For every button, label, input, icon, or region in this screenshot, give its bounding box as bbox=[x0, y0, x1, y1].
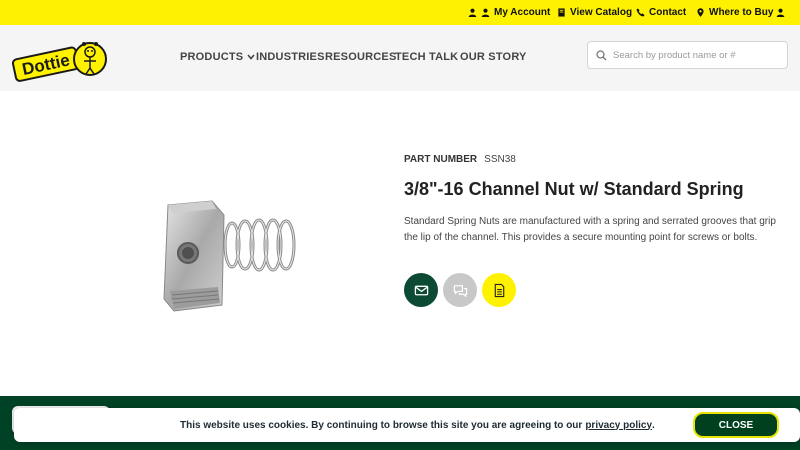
cookie-text: This website uses cookies. By continuing… bbox=[180, 419, 583, 431]
product-image bbox=[163, 200, 296, 312]
my-account-label: My Account bbox=[494, 7, 551, 18]
nav-resources-label: RESOURCES bbox=[325, 51, 397, 63]
cookie-banner: This website uses cookies. By continuing… bbox=[14, 408, 800, 442]
spec-sheet-button[interactable] bbox=[482, 273, 516, 307]
view-catalog-link[interactable]: View Catalog bbox=[557, 0, 632, 25]
user-icon bbox=[468, 8, 477, 17]
top-utility-bar: My Account View Catalog Contact Where to… bbox=[0, 0, 800, 25]
chat-icon bbox=[453, 284, 467, 297]
nav-products-label: PRODUCTS bbox=[180, 51, 244, 63]
cookie-close-button[interactable]: CLOSE bbox=[693, 412, 779, 438]
document-icon bbox=[494, 283, 504, 297]
part-number-row: PART NUMBER SSN38 bbox=[404, 154, 516, 165]
search-box bbox=[587, 41, 788, 69]
where-to-buy-label: Where to Buy bbox=[709, 7, 774, 18]
phone-icon bbox=[636, 8, 645, 17]
chevron-down-icon bbox=[247, 54, 255, 60]
where-to-buy-link[interactable]: Where to Buy bbox=[696, 0, 773, 25]
privacy-policy-link[interactable]: privacy policy bbox=[585, 420, 652, 431]
search-input[interactable] bbox=[613, 49, 783, 61]
chat-button[interactable] bbox=[443, 273, 477, 307]
cookie-message: This website uses cookies. By continuing… bbox=[180, 408, 655, 442]
nav-tech-talk[interactable]: TECH TALK bbox=[395, 51, 458, 63]
contact-label: Contact bbox=[649, 7, 687, 18]
my-account-link[interactable]: My Account bbox=[468, 0, 550, 25]
site-header: Dottie PRODUCTS INDUSTRIES RESOURCES TEC… bbox=[0, 25, 800, 91]
cookie-period: . bbox=[652, 419, 655, 431]
nav-industries[interactable]: INDUSTRIES bbox=[256, 51, 325, 63]
search-icon[interactable] bbox=[596, 49, 607, 61]
nav-products[interactable]: PRODUCTS bbox=[180, 51, 255, 63]
product-title: 3/8"-16 Channel Nut w/ Standard Spring bbox=[404, 179, 744, 199]
dottie-logo[interactable]: Dottie bbox=[12, 35, 108, 85]
user-account-button[interactable] bbox=[776, 0, 785, 25]
contact-link[interactable]: Contact bbox=[636, 0, 686, 25]
nav-our-story[interactable]: OUR STORY bbox=[460, 51, 527, 63]
nav-industries-label: INDUSTRIES bbox=[256, 51, 325, 63]
user-icon bbox=[481, 8, 490, 17]
nav-resources[interactable]: RESOURCES bbox=[325, 51, 396, 63]
product-description: Standard Spring Nuts are manufactured wi… bbox=[404, 216, 776, 243]
view-catalog-label: View Catalog bbox=[570, 7, 633, 18]
book-icon bbox=[558, 8, 565, 17]
nav-our-story-label: OUR STORY bbox=[460, 51, 527, 63]
part-number-value: SSN38 bbox=[484, 154, 516, 165]
email-button[interactable] bbox=[404, 273, 438, 307]
nav-tech-talk-label: TECH TALK bbox=[395, 51, 459, 63]
map-pin-icon bbox=[697, 8, 704, 17]
part-number-label: PART NUMBER bbox=[404, 154, 478, 165]
envelope-icon bbox=[414, 285, 428, 295]
user-icon bbox=[776, 8, 785, 17]
